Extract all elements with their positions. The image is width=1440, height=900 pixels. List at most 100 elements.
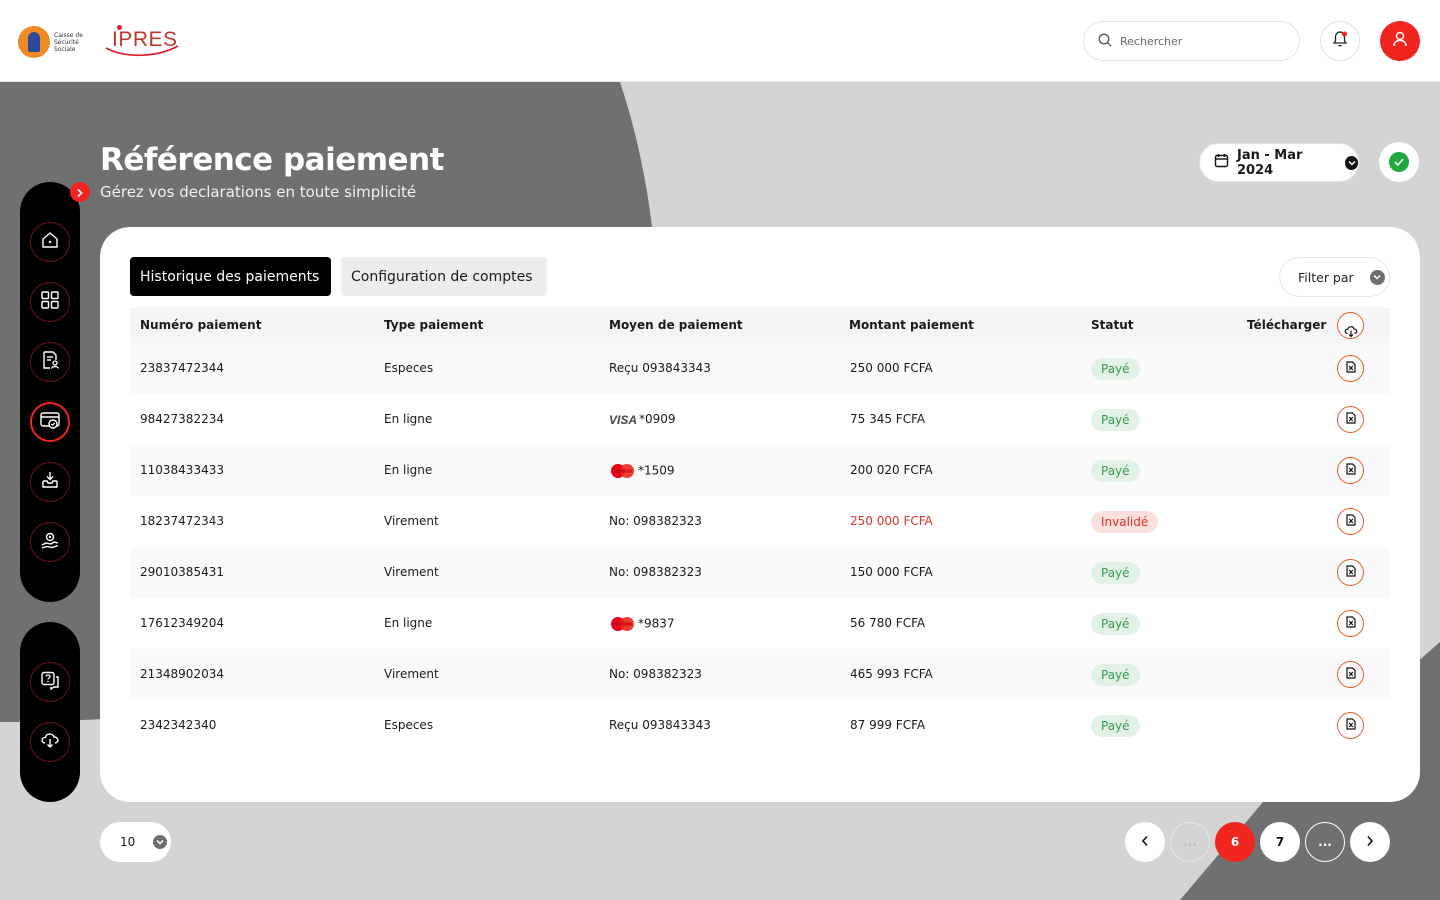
download-row-button[interactable]: [1337, 406, 1364, 433]
file-download-icon: [1345, 463, 1356, 478]
pagination-ellipsis[interactable]: ...: [1305, 822, 1345, 862]
cell-numero: 18237472343: [140, 514, 224, 528]
header-telecharger: Télécharger: [1247, 318, 1327, 332]
cell-moyen-text: *9837: [638, 616, 675, 631]
home-icon: [40, 230, 60, 254]
status-badge: Payé: [1091, 664, 1140, 686]
cell-moyen-text: No: 098382323: [609, 667, 702, 681]
sidebar-item-payments[interactable]: [30, 402, 70, 442]
chevron-left-icon: [1141, 835, 1149, 850]
sidebar-item-cloud-download[interactable]: [30, 722, 70, 762]
cell-montant: 87 999 FCFA: [850, 718, 926, 732]
cell-montant: 250 000 FCFA: [850, 514, 933, 528]
inbox-download-icon: [40, 470, 60, 494]
table-header: Numéro paiement Type paiement Moyen de p…: [130, 307, 1390, 343]
chevron-down-icon: [1345, 155, 1358, 170]
table-row: 21348902034 Virement No: 098382323 465 993 …: [130, 649, 1390, 700]
download-row-button[interactable]: [1337, 661, 1364, 688]
cell-montant: 250 000 FCFA: [850, 361, 933, 375]
user-icon: [1391, 30, 1409, 52]
download-row-button[interactable]: [1337, 508, 1364, 535]
cell-type: En ligne: [384, 616, 433, 630]
sidebar-item-help[interactable]: [30, 662, 70, 702]
date-range-picker[interactable]: Jan - Mar 2024: [1199, 143, 1359, 182]
mastercard-icon: [609, 616, 636, 632]
payment-icon: [39, 409, 61, 435]
ipres-logo[interactable]: IPRES: [104, 24, 180, 58]
cell-moyen: *1509: [609, 463, 675, 479]
cell-montant: 56 780 FCFA: [850, 616, 926, 630]
sidebar-item-dashboard[interactable]: [30, 282, 70, 322]
sidebar-collapse-toggle[interactable]: [70, 182, 90, 202]
cell-type: En ligne: [384, 463, 433, 477]
cell-moyen: No: 098382323: [609, 514, 702, 528]
ipres-logo-swoosh: [105, 45, 179, 57]
tab-payment-history[interactable]: Historique des paiements: [130, 257, 331, 296]
download-row-button[interactable]: [1337, 457, 1364, 484]
cell-moyen: Reçu 093843343: [609, 718, 711, 732]
download-row-button[interactable]: [1337, 712, 1364, 739]
css-logo-text: Caisse de Sécurité Sociale: [54, 31, 83, 53]
notifications-button[interactable]: [1320, 21, 1360, 61]
dashboard-icon: [40, 290, 60, 314]
cell-moyen: Reçu 093843343: [609, 361, 711, 375]
cell-moyen: *9837: [609, 616, 675, 632]
pagination-prev-button[interactable]: [1125, 822, 1165, 862]
sidebar-item-documents[interactable]: [30, 342, 70, 382]
ipres-logo-dot: [117, 25, 122, 30]
pagination-page-7[interactable]: 7: [1260, 822, 1300, 862]
cell-type: Especes: [384, 361, 434, 375]
sidebar-item-home[interactable]: [30, 222, 70, 262]
file-download-icon: [1345, 412, 1356, 427]
status-badge: Payé: [1091, 613, 1140, 635]
pagination-page-6[interactable]: 6: [1215, 822, 1255, 862]
sidebar-item-downloads[interactable]: [30, 462, 70, 502]
mastercard-icon: [609, 463, 636, 479]
page-title: Référence paiement: [100, 142, 444, 178]
chevron-down-icon: [153, 835, 168, 849]
filter-label: Filter par: [1298, 269, 1354, 285]
download-all-button[interactable]: [1337, 312, 1364, 339]
search-input[interactable]: [1120, 34, 1280, 48]
pagination-next-button[interactable]: [1350, 822, 1390, 862]
tab-account-configuration[interactable]: Configuration de comptes: [341, 257, 547, 296]
cell-moyen: No: 098382323: [609, 565, 702, 579]
calendar-icon: [1214, 153, 1229, 172]
bell-icon: [1331, 30, 1349, 52]
header-type: Type paiement: [384, 318, 484, 332]
user-avatar-button[interactable]: [1380, 21, 1420, 61]
table-row: 29010385431 Virement No: 098382323 150 000 …: [130, 547, 1390, 598]
date-range-label: Jan - Mar 2024: [1237, 147, 1303, 178]
sidebar-item-services[interactable]: [30, 522, 70, 562]
pagination-ellipsis[interactable]: ...: [1170, 822, 1210, 862]
cloud-download-icon: [1343, 324, 1359, 341]
download-row-button[interactable]: [1337, 559, 1364, 586]
cell-numero: 11038433433: [140, 463, 224, 477]
status-badge: Payé: [1091, 409, 1140, 431]
css-logo[interactable]: Caisse de Sécurité Sociale: [18, 24, 88, 60]
filter-dropdown[interactable]: Filter par: [1279, 257, 1390, 297]
search-box[interactable]: [1083, 21, 1300, 61]
cell-moyen-text: Reçu 093843343: [609, 718, 711, 732]
cell-type: Virement: [384, 514, 439, 528]
payments-card: Historique des paiements Configuration d…: [100, 227, 1420, 802]
cell-numero: 29010385431: [140, 565, 224, 579]
search-icon: [1098, 32, 1112, 51]
css-logo-mark: [18, 26, 50, 58]
visa-logo: VISA: [609, 412, 638, 427]
chevron-right-icon: [1366, 835, 1374, 850]
chevron-right-icon: [76, 183, 84, 202]
confirm-button[interactable]: [1379, 142, 1419, 182]
header-statut: Statut: [1091, 318, 1134, 332]
top-header: Caisse de Sécurité Sociale IPRES: [0, 0, 1440, 82]
rows-per-page-value: 10: [120, 835, 136, 849]
cell-moyen-text: Reçu 093843343: [609, 361, 711, 375]
file-download-icon: [1345, 565, 1356, 580]
cell-montant: 150 000 FCFA: [850, 565, 933, 579]
document-user-icon: [40, 350, 60, 374]
cell-moyen: VISA *0909: [609, 412, 676, 427]
cell-moyen-text: No: 098382323: [609, 514, 702, 528]
download-row-button[interactable]: [1337, 610, 1364, 637]
download-row-button[interactable]: [1337, 355, 1364, 382]
rows-per-page-select[interactable]: 10: [100, 822, 171, 862]
